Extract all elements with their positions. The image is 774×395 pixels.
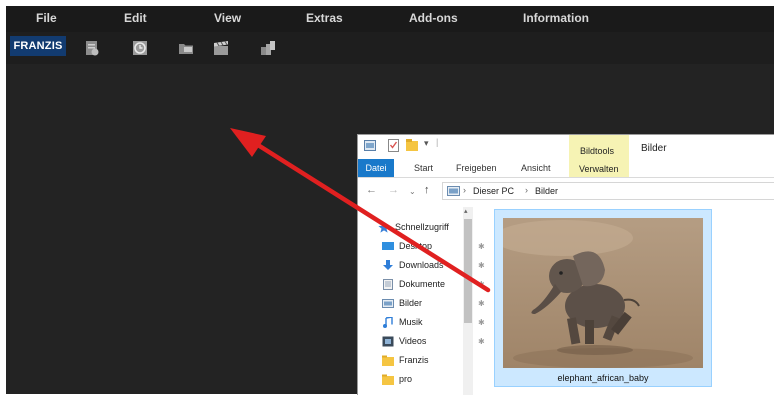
arrow-head (230, 128, 266, 157)
red-drag-arrow (230, 128, 491, 293)
arrow-shaft (247, 137, 491, 293)
